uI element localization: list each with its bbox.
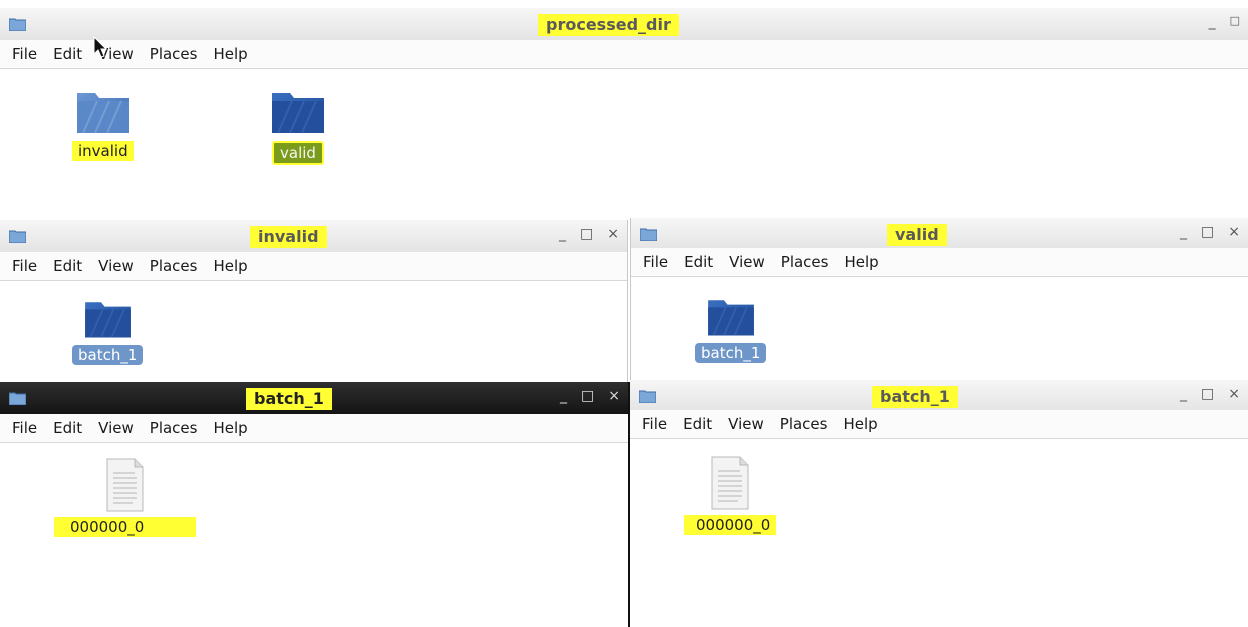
minimize-button[interactable]: _	[1209, 14, 1216, 30]
menu-help[interactable]: Help	[205, 257, 255, 275]
minimize-button[interactable]: _	[559, 226, 566, 242]
maximize-button[interactable]: □	[580, 226, 593, 242]
menu-help[interactable]: Help	[836, 253, 886, 271]
folder-label: valid	[272, 141, 324, 165]
maximize-button[interactable]: □	[1201, 386, 1214, 402]
window-title: valid	[887, 224, 947, 246]
menu-edit[interactable]: Edit	[45, 45, 90, 63]
folder-label: invalid	[72, 141, 134, 161]
folder-label: batch_1	[72, 345, 144, 365]
menu-edit[interactable]: Edit	[676, 253, 721, 271]
file-view[interactable]: batch_1	[631, 279, 1248, 380]
menu-places[interactable]: Places	[773, 253, 837, 271]
menu-file[interactable]: File	[634, 415, 675, 433]
file-label: 000000_0	[684, 515, 777, 535]
folder-item-invalid[interactable]: invalid	[72, 87, 134, 161]
menu-edit[interactable]: Edit	[45, 257, 90, 275]
maximize-button[interactable]: □	[1230, 14, 1240, 30]
folder-icon	[640, 228, 657, 241]
document-icon	[106, 458, 144, 512]
menu-file[interactable]: File	[635, 253, 676, 271]
folder-icon	[84, 302, 131, 338]
menubar: File Edit View Places Help	[630, 410, 1248, 439]
minimize-button[interactable]: _	[560, 388, 567, 404]
menu-places[interactable]: Places	[142, 257, 206, 275]
folder-item-batch-1[interactable]: batch_1	[72, 297, 144, 365]
file-view[interactable]: 000000_0	[630, 441, 1248, 627]
menu-help[interactable]: Help	[205, 45, 255, 63]
menu-view[interactable]: View	[720, 415, 772, 433]
folder-icon	[9, 392, 26, 405]
menu-help[interactable]: Help	[835, 415, 885, 433]
folder-icon	[76, 93, 129, 134]
window-batch-1-valid: batch_1 _ □ × File Edit View Places Help…	[630, 380, 1248, 627]
document-icon	[711, 456, 749, 510]
menu-edit[interactable]: Edit	[675, 415, 720, 433]
close-button[interactable]: ×	[608, 388, 620, 404]
menu-file[interactable]: File	[4, 257, 45, 275]
titlebar[interactable]: valid _ □ ×	[631, 218, 1248, 251]
window-batch-1-invalid: batch_1 _ □ × File Edit View Places Help…	[0, 382, 630, 627]
mouse-pointer-icon	[93, 36, 107, 58]
menubar: File Edit View Places Help	[631, 248, 1248, 277]
folder-icon	[272, 93, 324, 134]
menu-places[interactable]: Places	[142, 45, 206, 63]
file-view[interactable]: invalid valid	[0, 69, 1248, 216]
menu-file[interactable]: File	[4, 45, 45, 63]
menubar: File Edit View Places Help	[0, 252, 627, 281]
window-title: invalid	[250, 226, 327, 248]
menu-file[interactable]: File	[4, 419, 45, 437]
window-processed-dir: processed_dir _ □ File Edit View Places …	[0, 8, 1248, 216]
minimize-button[interactable]: _	[1180, 386, 1187, 402]
titlebar[interactable]: processed_dir _ □	[0, 8, 1248, 41]
menubar: File Edit View Places Help	[0, 40, 1248, 69]
window-title: batch_1	[872, 386, 958, 408]
file-item-000000-0[interactable]: 000000_0	[684, 455, 777, 535]
folder-icon	[9, 18, 26, 31]
folder-item-batch-1[interactable]: batch_1	[695, 295, 767, 363]
window-valid: valid _ □ × File Edit View Places Help b…	[630, 218, 1248, 380]
close-button[interactable]: ×	[1228, 386, 1240, 402]
close-button[interactable]: ×	[607, 226, 619, 242]
close-button[interactable]: ×	[1228, 224, 1240, 240]
menu-view[interactable]: View	[721, 253, 773, 271]
menu-places[interactable]: Places	[142, 419, 206, 437]
titlebar[interactable]: invalid _ □ ×	[0, 220, 627, 253]
folder-icon	[707, 300, 754, 336]
file-view[interactable]: batch_1	[0, 281, 627, 382]
maximize-button[interactable]: □	[1201, 224, 1214, 240]
file-view[interactable]: 000000_0	[0, 443, 628, 627]
folder-icon	[639, 390, 656, 403]
file-label: 000000_0	[54, 517, 196, 537]
window-title: batch_1	[246, 388, 332, 410]
file-item-000000-0[interactable]: 000000_0	[54, 457, 196, 537]
menu-help[interactable]: Help	[205, 419, 255, 437]
menu-places[interactable]: Places	[772, 415, 836, 433]
menu-view[interactable]: View	[90, 257, 142, 275]
folder-item-valid[interactable]: valid	[268, 87, 328, 165]
folder-icon	[9, 230, 26, 243]
titlebar[interactable]: batch_1 _ □ ×	[630, 380, 1248, 413]
window-title: processed_dir	[538, 14, 679, 36]
menubar: File Edit View Places Help	[0, 414, 628, 443]
minimize-button[interactable]: _	[1180, 224, 1187, 240]
folder-label: batch_1	[695, 343, 767, 363]
menu-view[interactable]: View	[90, 419, 142, 437]
window-invalid: invalid _ □ × File Edit View Places Help…	[0, 220, 628, 382]
titlebar[interactable]: batch_1 _ □ ×	[0, 382, 628, 415]
maximize-button[interactable]: □	[581, 388, 594, 404]
menu-edit[interactable]: Edit	[45, 419, 90, 437]
